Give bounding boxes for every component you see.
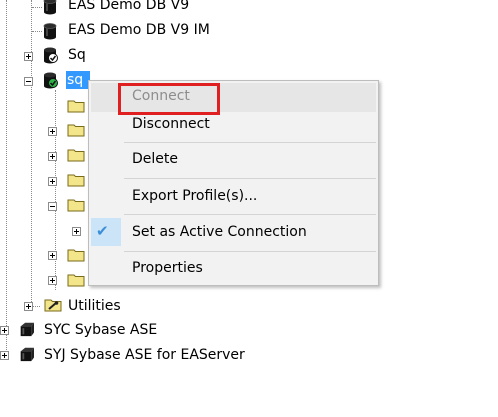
folder-icon	[67, 174, 85, 187]
expand-icon[interactable]	[48, 152, 57, 161]
menu-separator	[124, 178, 376, 179]
tree-connector	[55, 90, 56, 290]
database-connected-icon	[44, 47, 58, 64]
expand-icon[interactable]	[24, 52, 33, 61]
tree-connector	[32, 306, 40, 307]
tree-item-label: EAS Demo DB V9 IM	[68, 22, 210, 38]
tree-item-label: SYJ Sybase ASE for EAServer	[44, 347, 245, 363]
tree-item-label: Utilities	[68, 298, 121, 314]
collapse-icon[interactable]	[24, 77, 33, 86]
expand-icon[interactable]	[0, 326, 9, 335]
menu-separator	[124, 214, 376, 215]
server-icon	[20, 347, 34, 362]
annotation-highlight	[118, 83, 220, 115]
folder-icon	[67, 100, 85, 113]
menu-item-label: Properties	[132, 260, 203, 276]
expand-icon[interactable]	[72, 227, 81, 236]
menu-separator	[124, 142, 376, 143]
menu-item-export-profiles[interactable]: Export Profile(s)...	[91, 183, 376, 212]
database-icon	[43, 23, 57, 40]
menu-item-label: Set as Active Connection	[132, 224, 307, 240]
tree-connector	[31, 0, 32, 304]
menu-item-label: Delete	[132, 151, 178, 167]
expand-icon[interactable]	[24, 302, 33, 311]
menu-item-label: Export Profile(s)...	[132, 188, 258, 204]
menu-separator	[124, 251, 376, 252]
tree-connector	[6, 0, 7, 356]
folder-icon	[67, 124, 85, 137]
expand-icon[interactable]	[48, 127, 57, 136]
utilities-folder-icon	[44, 299, 62, 312]
expand-icon[interactable]	[48, 177, 57, 186]
database-icon	[43, 0, 57, 15]
folder-icon	[67, 199, 85, 212]
expand-icon[interactable]	[48, 276, 57, 285]
folder-icon	[67, 274, 85, 287]
folder-icon	[67, 249, 85, 262]
tree-connector	[32, 31, 42, 32]
menu-item-label: Disconnect	[132, 116, 210, 132]
collapse-icon[interactable]	[48, 202, 57, 211]
menu-item-delete[interactable]: Delete	[91, 146, 376, 175]
server-icon	[20, 322, 34, 337]
database-active-icon	[44, 72, 58, 89]
menu-item-disconnect[interactable]: Disconnect	[91, 111, 376, 140]
tree-item-label: SYC Sybase ASE	[44, 322, 158, 338]
menu-item-properties[interactable]: Properties	[91, 255, 376, 284]
expand-icon[interactable]	[48, 251, 57, 260]
checkmark-icon: ✔	[96, 222, 109, 240]
folder-icon	[67, 149, 85, 162]
tree-item-label: sq	[66, 71, 90, 89]
tree-item-label: Sq	[68, 47, 86, 63]
tree-item-label: EAS Demo DB V9	[68, 0, 190, 13]
menu-item-set-active-connection[interactable]: ✔ Set as Active Connection	[91, 219, 376, 248]
expand-icon[interactable]	[0, 351, 9, 360]
tree-connector	[32, 7, 42, 8]
